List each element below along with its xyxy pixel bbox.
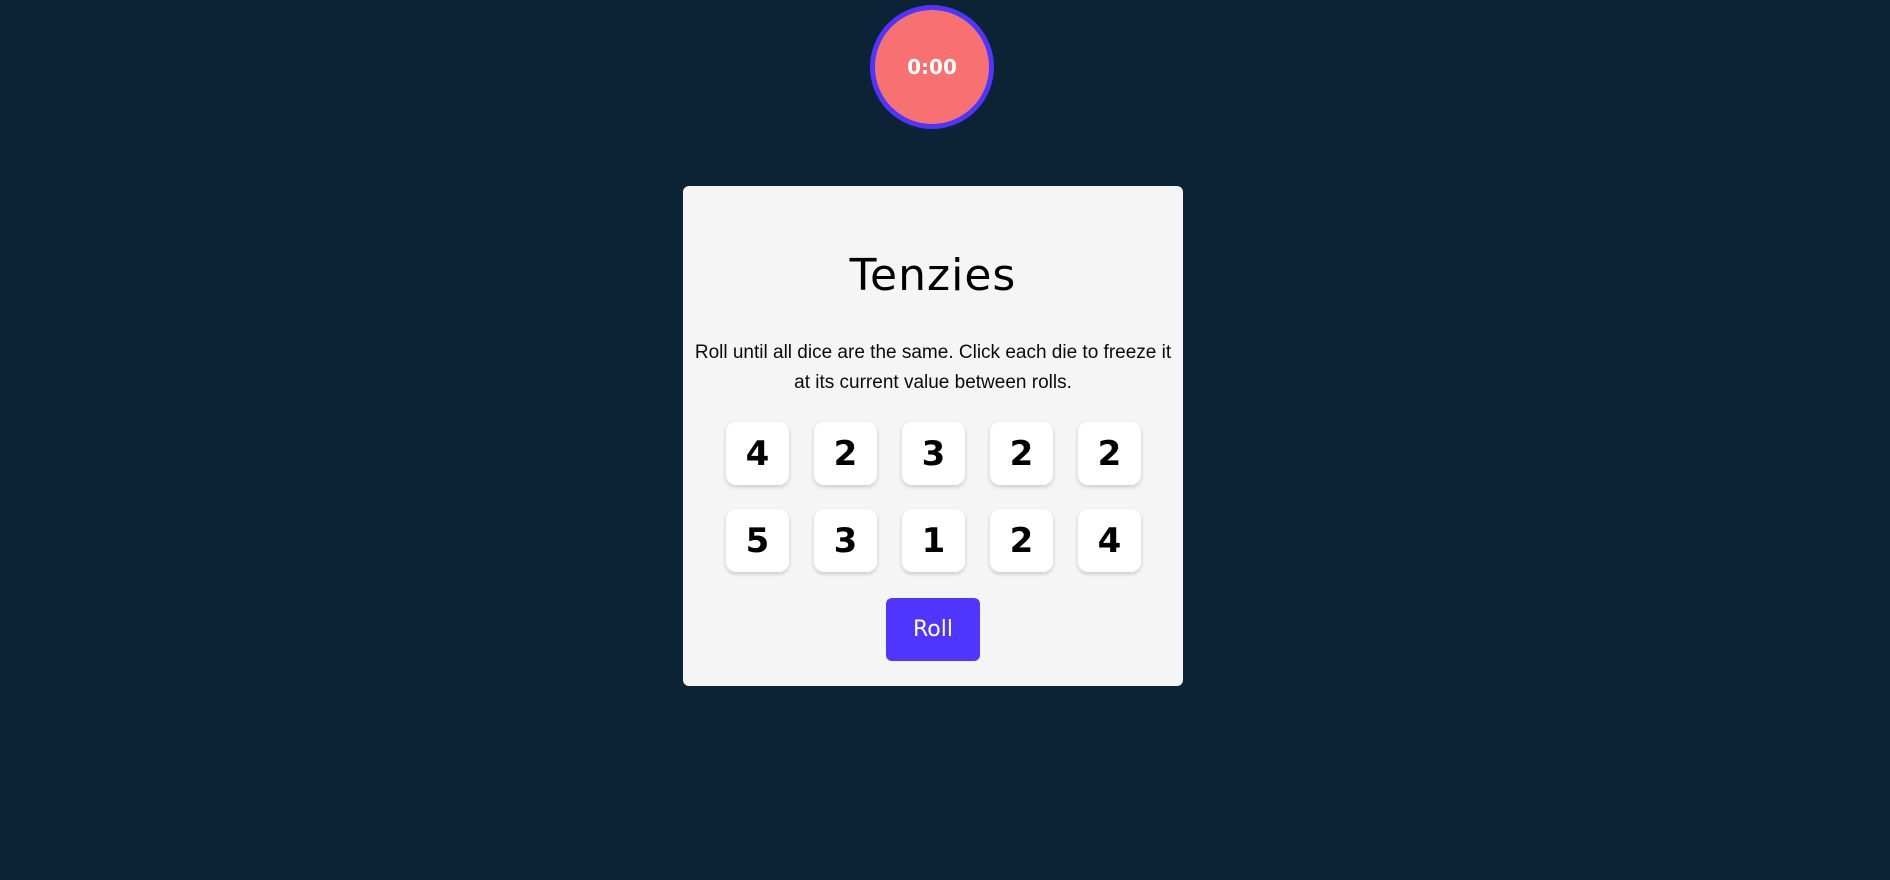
die-8[interactable]: 1 [902,509,965,572]
die-6[interactable]: 5 [726,509,789,572]
roll-button[interactable]: Roll [886,598,980,661]
die-1[interactable]: 4 [726,422,789,485]
die-4[interactable]: 2 [990,422,1053,485]
dice-grid: 4 2 3 2 2 5 3 1 2 4 [726,422,1141,572]
timer-text: 0:00 [907,55,957,79]
die-10[interactable]: 4 [1078,509,1141,572]
die-3[interactable]: 3 [902,422,965,485]
die-7[interactable]: 3 [814,509,877,572]
game-card: Tenzies Roll until all dice are the same… [683,186,1183,686]
timer-display: 0:00 [870,5,994,129]
die-5[interactable]: 2 [1078,422,1141,485]
die-9[interactable]: 2 [990,509,1053,572]
game-title: Tenzies [849,250,1017,301]
game-instructions: Roll until all dice are the same. Click … [694,342,1172,393]
die-2[interactable]: 2 [814,422,877,485]
